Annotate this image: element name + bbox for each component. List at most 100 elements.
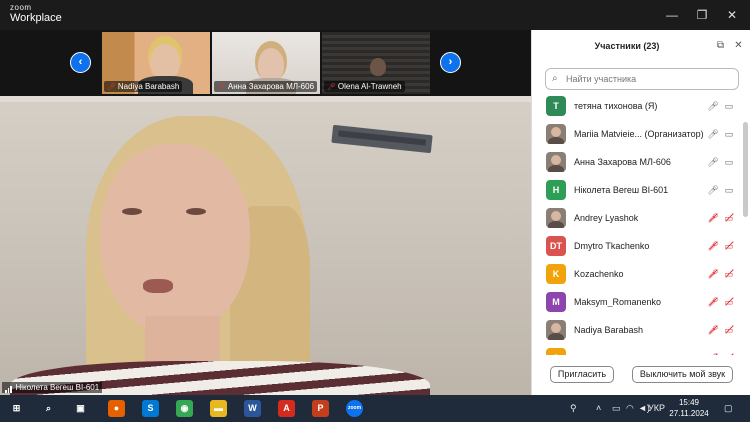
notification-icon[interactable]: ▢ bbox=[724, 402, 733, 414]
next-page-button[interactable]: › bbox=[440, 52, 461, 73]
mic-icon[interactable]: 🎤︎ bbox=[707, 183, 719, 197]
camera-icon[interactable]: ▭ bbox=[723, 127, 735, 141]
mic-icon[interactable]: 🎤︎ bbox=[707, 127, 719, 141]
mic-muted-icon[interactable]: 🎤︎ bbox=[707, 323, 719, 337]
participant-row[interactable]: O 🎤︎ ▭ bbox=[532, 344, 742, 355]
avatar: M bbox=[546, 292, 566, 312]
title-bar: zoom Workplace — ❐ ✕ bbox=[0, 0, 750, 30]
logo-line1: zoom bbox=[10, 3, 32, 12]
clock-time: 15:49 bbox=[678, 398, 700, 407]
avatar: Н bbox=[546, 180, 566, 200]
participant-row[interactable]: K Kozachenko 🎤︎ ▭ bbox=[532, 260, 742, 288]
participant-row[interactable]: DT Dmytro Tkachenko 🎤︎ ▭ bbox=[532, 232, 742, 260]
avatar bbox=[546, 152, 566, 172]
clock-date: 27.11.2024 bbox=[669, 409, 709, 418]
thumbnail-strip: ‹ 🎤︎ Nadiya Barabash 🎤︎ Анна Захарова МЛ-6… bbox=[0, 30, 531, 96]
clock[interactable]: 15:49 27.11.2024 bbox=[665, 397, 713, 419]
camera-off-icon[interactable]: ▭ bbox=[723, 351, 735, 355]
avatar: DT bbox=[546, 236, 566, 256]
participant-row[interactable]: Andrey Lyashok 🎤︎ ▭ bbox=[532, 204, 742, 232]
taskbar-explorer-icon[interactable]: ▬ bbox=[210, 400, 227, 417]
camera-icon[interactable]: ▭ bbox=[723, 155, 735, 169]
video-area: ‹ 🎤︎ Nadiya Barabash 🎤︎ Анна Захарова МЛ-6… bbox=[0, 30, 531, 395]
participant-row[interactable]: Анна Захарова МЛ-606 🎤︎ ▭ bbox=[532, 148, 742, 176]
participant-name: Mariia Matvieie... (Организатор) bbox=[574, 129, 704, 139]
people-icon[interactable]: ⚲ bbox=[570, 402, 577, 414]
mic-muted-icon[interactable]: 🎤︎ bbox=[707, 239, 719, 253]
taskbar-chrome-icon[interactable]: ◉ bbox=[176, 400, 193, 417]
avatar: K bbox=[546, 264, 566, 284]
avatar bbox=[546, 320, 566, 340]
video-thumbnail-3[interactable]: 🎤︎ Olena Al-Trawneh bbox=[322, 32, 430, 94]
panel-title: Участники (23) bbox=[594, 41, 660, 51]
thumbnail-name-tag: 🎤︎ Анна Захарова МЛ-606 bbox=[214, 81, 318, 92]
participant-scrollbar[interactable] bbox=[743, 92, 748, 355]
participant-name: Анна Захарова МЛ-606 bbox=[574, 157, 671, 167]
participant-name: Nadiya Barabash bbox=[574, 325, 644, 335]
taskbar-acrobat-icon[interactable]: A bbox=[278, 400, 295, 417]
camera-off-icon[interactable]: ▭ bbox=[723, 323, 735, 337]
minimize-icon[interactable]: — bbox=[662, 6, 682, 24]
participant-name: Kozachenko bbox=[574, 269, 624, 279]
camera-off-icon[interactable]: ▭ bbox=[723, 295, 735, 309]
participants-panel: Участники (23) ⧉ ✕ ⌕ Т тетяна тихонова (… bbox=[531, 30, 750, 395]
participant-name: Ніколета Вегеш ВІ-601 bbox=[574, 185, 669, 195]
mic-muted-icon[interactable]: 🎤︎ bbox=[707, 351, 719, 355]
participant-row[interactable]: Mariia Matvieie... (Организатор) 🎤︎ ▭ bbox=[532, 120, 742, 148]
mic-icon[interactable]: 🎤︎ bbox=[707, 99, 719, 113]
participant-name: Dmytro Tkachenko bbox=[574, 241, 650, 251]
camera-off-icon[interactable]: ▭ bbox=[723, 239, 735, 253]
invite-button[interactable]: Пригласить bbox=[550, 366, 614, 383]
restore-icon[interactable]: ❐ bbox=[692, 6, 712, 24]
participant-search[interactable]: ⌕ bbox=[545, 68, 739, 90]
participant-name: Maksym_Romanenko bbox=[574, 297, 662, 307]
mic-muted-icon[interactable]: 🎤︎ bbox=[707, 295, 719, 309]
speaker-name-tag: Ніколета Вегеш ВІ-601 bbox=[2, 382, 103, 393]
participant-row[interactable]: Н Ніколета Вегеш ВІ-601 🎤︎ ▭ bbox=[532, 176, 742, 204]
language-indicator[interactable]: УКР bbox=[648, 402, 665, 414]
taskbar-start-icon[interactable]: ⊞ bbox=[8, 400, 25, 417]
taskbar-task-view-icon[interactable]: ▣ bbox=[72, 400, 89, 417]
participant-row[interactable]: Nadiya Barabash 🎤︎ ▭ bbox=[532, 316, 742, 344]
taskbar-firefox-icon[interactable]: ● bbox=[108, 400, 125, 417]
mic-muted-icon[interactable]: 🎤︎ bbox=[707, 267, 719, 281]
camera-off-icon[interactable]: ▭ bbox=[723, 211, 735, 225]
thumbnail-name-tag: 🎤︎ Olena Al-Trawneh bbox=[324, 81, 405, 92]
chevron-left-icon: ‹ bbox=[78, 56, 83, 68]
search-input[interactable] bbox=[566, 72, 734, 86]
thumbnail-name-tag: 🎤︎ Nadiya Barabash bbox=[104, 81, 183, 92]
taskbar-word-icon[interactable]: W bbox=[244, 400, 261, 417]
prev-page-button[interactable]: ‹ bbox=[70, 52, 91, 73]
close-icon[interactable]: ✕ bbox=[722, 6, 742, 24]
wifi-icon[interactable]: ◠ bbox=[626, 402, 634, 414]
search-icon: ⌕ bbox=[552, 73, 558, 84]
participant-row[interactable]: M Maksym_Romanenko 🎤︎ ▭ bbox=[532, 288, 742, 316]
battery-icon[interactable]: ▭ bbox=[612, 402, 621, 414]
video-thumbnail-2[interactable]: 🎤︎ Анна Захарова МЛ-606 bbox=[212, 32, 320, 94]
windows-taskbar: ⊞ ⌕ ▣ ● S ◉ ▬ W A Pzoom ⚲ ˄ ▭ ◠ ◄) УКР 15:49 27.1… bbox=[0, 395, 750, 422]
mic-icon[interactable]: 🎤︎ bbox=[707, 155, 719, 169]
taskbar-skype-icon[interactable]: S bbox=[142, 400, 159, 417]
chevron-up-icon[interactable]: ˄ bbox=[596, 402, 601, 414]
video-thumbnail-1[interactable]: 🎤︎ Nadiya Barabash bbox=[102, 32, 210, 94]
camera-icon[interactable]: ▭ bbox=[723, 183, 735, 197]
avatar: O bbox=[546, 348, 566, 355]
pop-out-icon[interactable]: ⧉ bbox=[714, 39, 727, 52]
active-speaker-video[interactable]: Ніколета Вегеш ВІ-601 bbox=[0, 96, 531, 395]
chevron-right-icon: › bbox=[448, 56, 453, 68]
signal-bars-icon bbox=[5, 382, 13, 393]
participant-name: тетяна тихонова (Я) bbox=[574, 101, 658, 111]
taskbar-powerpoint-icon[interactable]: P bbox=[312, 400, 329, 417]
camera-off-icon[interactable]: ▭ bbox=[723, 267, 735, 281]
taskbar-search-icon[interactable]: ⌕ bbox=[40, 400, 57, 417]
wall-bracket bbox=[331, 124, 433, 154]
logo-line2: Workplace bbox=[10, 12, 62, 24]
camera-icon[interactable]: ▭ bbox=[723, 99, 735, 113]
participant-list: Т тетяна тихонова (Я) 🎤︎ ▭ Mariia Matvie… bbox=[532, 92, 750, 355]
avatar bbox=[546, 208, 566, 228]
taskbar-zoom-icon[interactable]: zoom bbox=[346, 400, 363, 417]
mute-myself-button[interactable]: Выключить мой звук bbox=[632, 366, 733, 383]
mic-muted-icon[interactable]: 🎤︎ bbox=[707, 211, 719, 225]
participant-row[interactable]: Т тетяна тихонова (Я) 🎤︎ ▭ bbox=[532, 92, 742, 120]
close-panel-icon[interactable]: ✕ bbox=[732, 39, 745, 52]
